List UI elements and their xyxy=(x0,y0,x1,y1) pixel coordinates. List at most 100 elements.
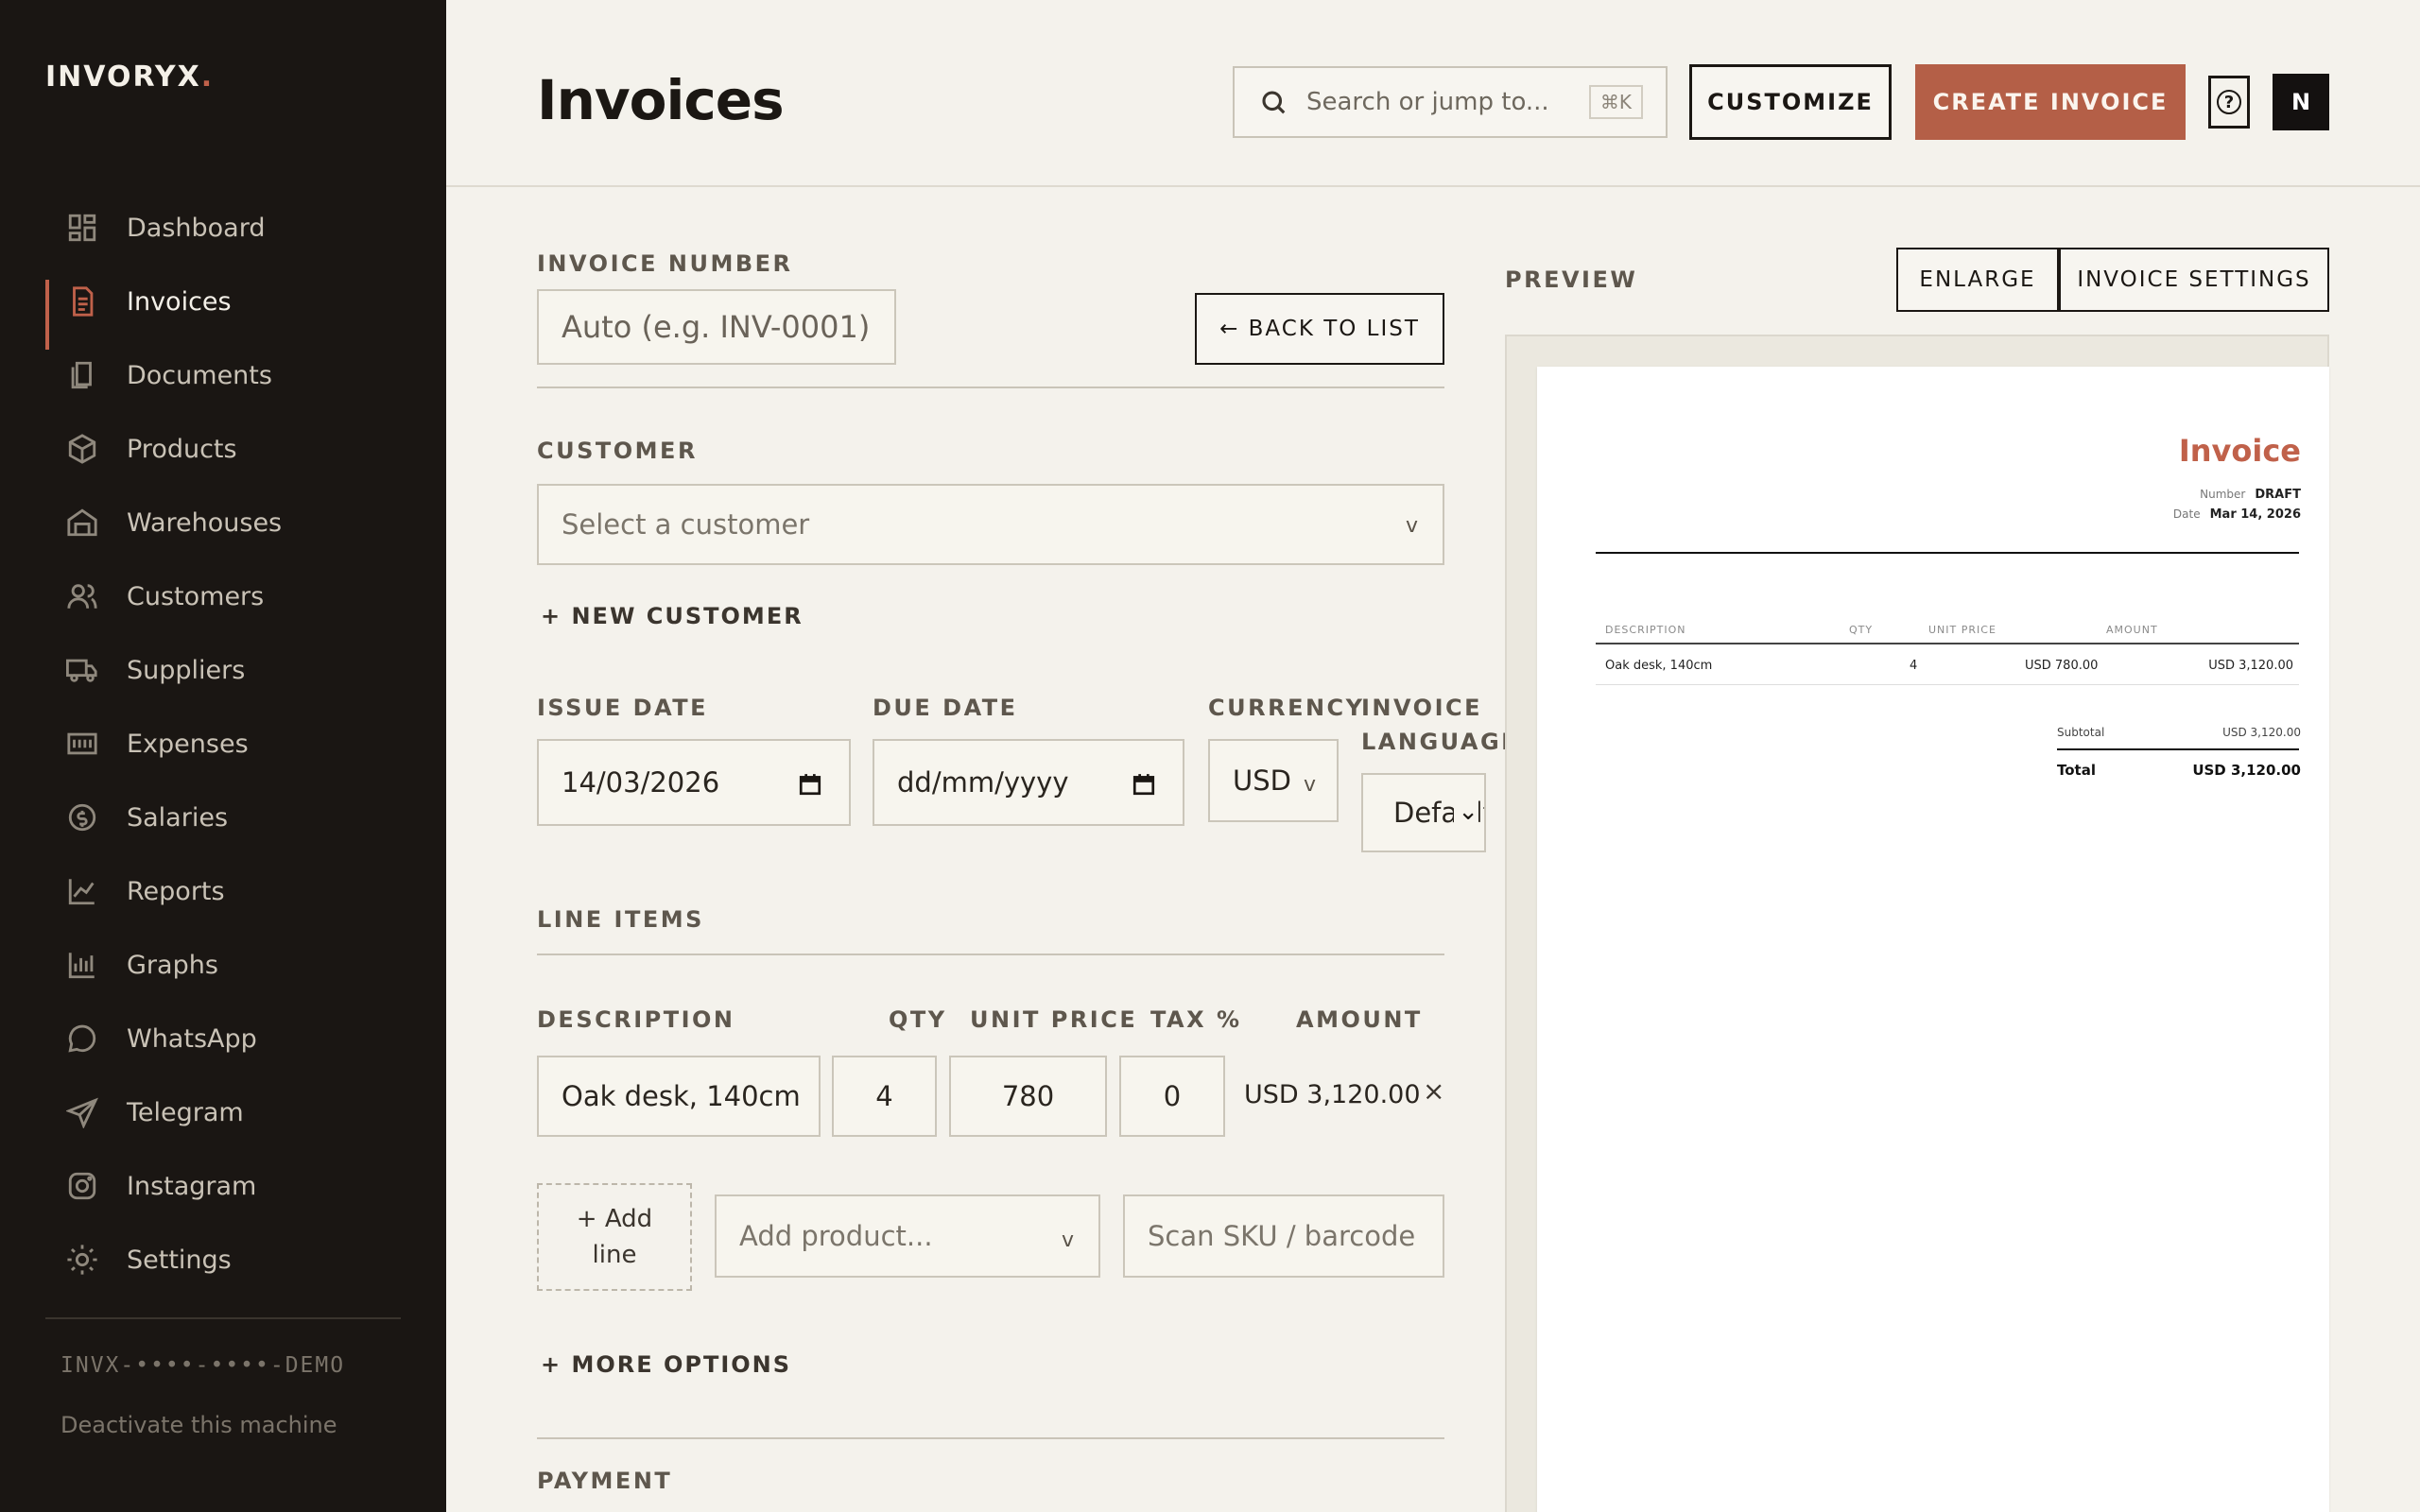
chevron-down-icon: v xyxy=(1405,514,1418,538)
sidebar-item-instagram[interactable]: Instagram xyxy=(45,1149,401,1223)
issue-date-input[interactable]: 14/03/2026 xyxy=(537,739,851,826)
remove-line-icon[interactable]: × xyxy=(1423,1075,1444,1107)
sidebar-item-customers[interactable]: Customers xyxy=(45,559,401,633)
bill-icon xyxy=(66,728,98,760)
documents-icon xyxy=(66,359,98,391)
create-invoice-button[interactable]: CREATE INVOICE xyxy=(1915,64,2186,140)
doc-col-qty: QTY xyxy=(1849,624,1874,636)
invoice-language-label-line1: INVOICE xyxy=(1361,695,1483,721)
currency-value: USD xyxy=(1233,765,1291,797)
invoice-icon xyxy=(66,285,98,318)
due-date-label: DUE DATE xyxy=(873,695,1018,721)
sidebar-item-warehouses[interactable]: Warehouses xyxy=(45,486,401,559)
sidebar-item-whatsapp[interactable]: WhatsApp xyxy=(45,1002,401,1075)
sidebar-item-label: Products xyxy=(127,434,237,464)
col-header-unit-price: UNIT PRICE xyxy=(970,1006,1138,1033)
section-divider xyxy=(537,954,1444,955)
enlarge-button[interactable]: ENLARGE xyxy=(1896,248,2059,312)
sidebar-item-label: Warehouses xyxy=(127,507,283,538)
sidebar-item-reports[interactable]: Reports xyxy=(45,854,401,928)
sidebar-item-telegram[interactable]: Telegram xyxy=(45,1075,401,1149)
sidebar-item-label: Graphs xyxy=(127,950,218,980)
sidebar-item-label: Expenses xyxy=(127,729,249,759)
subtotal-value: USD 3,120.00 xyxy=(2222,726,2301,739)
box-icon xyxy=(66,433,98,465)
sidebar-item-products[interactable]: Products xyxy=(45,412,401,486)
sidebar-item-label: Instagram xyxy=(127,1171,257,1201)
sidebar-item-salaries[interactable]: Salaries xyxy=(45,781,401,854)
doc-row-amount: USD 3,120.00 xyxy=(2208,659,2293,673)
brand-logo[interactable]: INVORYX. xyxy=(45,60,214,94)
section-divider xyxy=(537,387,1444,388)
sidebar-item-documents[interactable]: Documents xyxy=(45,338,401,412)
sidebar-item-invoices[interactable]: Invoices xyxy=(45,265,401,350)
invoice-settings-button[interactable]: INVOICE SETTINGS xyxy=(2059,248,2329,312)
line-items-label: LINE ITEMS xyxy=(537,906,704,933)
new-customer-button[interactable]: + NEW CUSTOMER xyxy=(541,603,804,629)
sidebar-item-settings[interactable]: Settings xyxy=(45,1223,401,1297)
shortcut-badge: ⌘K xyxy=(1588,85,1643,119)
issue-date-label: ISSUE DATE xyxy=(537,695,709,721)
license-key: INVX-••••-••••-DEMO xyxy=(60,1353,346,1378)
scan-sku-input[interactable]: Scan SKU / barcode xyxy=(1123,1194,1444,1278)
line-tax-input[interactable]: 0 xyxy=(1119,1056,1225,1137)
section-divider xyxy=(537,1437,1444,1439)
more-options-button[interactable]: + MORE OPTIONS xyxy=(541,1351,791,1378)
chevron-down-icon: v xyxy=(1303,773,1316,797)
row-rule xyxy=(1596,684,2299,685)
avatar[interactable]: N xyxy=(2273,74,2329,130)
customize-button[interactable]: CUSTOMIZE xyxy=(1689,64,1892,140)
table-header-rule xyxy=(1596,643,2299,644)
back-to-list-button[interactable]: ← BACK TO LIST xyxy=(1195,293,1444,365)
sidebar-item-label: Reports xyxy=(127,876,225,906)
line-qty-input[interactable]: 4 xyxy=(832,1056,937,1137)
col-header-description: DESCRIPTION xyxy=(537,1006,735,1033)
date-label: Date xyxy=(2172,507,2201,521)
line-chart-icon xyxy=(66,875,98,907)
currency-label: CURRENCY xyxy=(1208,695,1365,721)
help-button[interactable]: ? xyxy=(2208,76,2250,129)
total-value: USD 3,120.00 xyxy=(2192,762,2301,779)
sidebar-item-expenses[interactable]: Expenses xyxy=(45,707,401,781)
sidebar-item-dashboard[interactable]: Dashboard xyxy=(45,191,401,265)
line-amount: USD 3,120.00 xyxy=(1244,1080,1421,1109)
invoice-number-input[interactable]: Auto (e.g. INV-0001) xyxy=(537,289,896,365)
col-header-amount: AMOUNT xyxy=(1296,1006,1423,1033)
document-date-row: Date Mar 14, 2026 xyxy=(2173,507,2301,522)
search-icon xyxy=(1262,91,1286,114)
sidebar-item-label: Documents xyxy=(127,360,272,390)
sidebar-divider xyxy=(45,1317,401,1319)
bar-chart-icon xyxy=(66,949,98,981)
date-value: Mar 14, 2026 xyxy=(2209,507,2301,522)
due-date-value: dd/mm/yyyy xyxy=(897,766,1069,799)
search-input[interactable]: Search or jump to... xyxy=(1306,88,1589,116)
search-box[interactable]: Search or jump to... ⌘K xyxy=(1233,66,1668,138)
chevron-down-icon: ⌄ xyxy=(1454,798,1478,826)
doc-row-unit-price: USD 780.00 xyxy=(2025,659,2099,673)
doc-col-description: DESCRIPTION xyxy=(1605,624,1686,636)
line-unit-price-input[interactable]: 780 xyxy=(949,1056,1107,1137)
deactivate-link[interactable]: Deactivate this machine xyxy=(60,1412,337,1438)
warehouse-icon xyxy=(66,507,98,539)
subtotal-label: Subtotal xyxy=(2057,726,2105,739)
due-date-input[interactable]: dd/mm/yyyy xyxy=(873,739,1184,826)
invoice-language-select[interactable]: Default ⌄ xyxy=(1361,773,1486,852)
customer-select[interactable]: Select a customer v xyxy=(537,484,1444,565)
preview-frame: Invoice Number DRAFT Date Mar 14, 2026 DES… xyxy=(1505,335,2329,1512)
sidebar-item-label: Suppliers xyxy=(127,655,246,685)
add-line-button[interactable]: + Add line xyxy=(537,1183,692,1291)
add-line-label-2: line xyxy=(592,1241,637,1269)
sidebar-item-suppliers[interactable]: Suppliers xyxy=(45,633,401,707)
sidebar-item-graphs[interactable]: Graphs xyxy=(45,928,401,1002)
currency-select[interactable]: USD v xyxy=(1208,739,1339,822)
help-icon: ? xyxy=(2217,90,2241,114)
camera-icon xyxy=(66,1170,98,1202)
calendar-icon[interactable] xyxy=(798,771,822,796)
page-title: Invoices xyxy=(537,68,785,132)
calendar-icon[interactable] xyxy=(1132,771,1156,796)
add-product-select[interactable]: Add product... v xyxy=(715,1194,1100,1278)
sidebar-nav: Dashboard Invoices Documents Products Wa… xyxy=(45,191,401,1297)
line-description-input[interactable]: Oak desk, 140cm xyxy=(537,1056,821,1137)
sidebar-item-label: Invoices xyxy=(127,286,232,317)
issue-date-value: 14/03/2026 xyxy=(562,766,720,799)
